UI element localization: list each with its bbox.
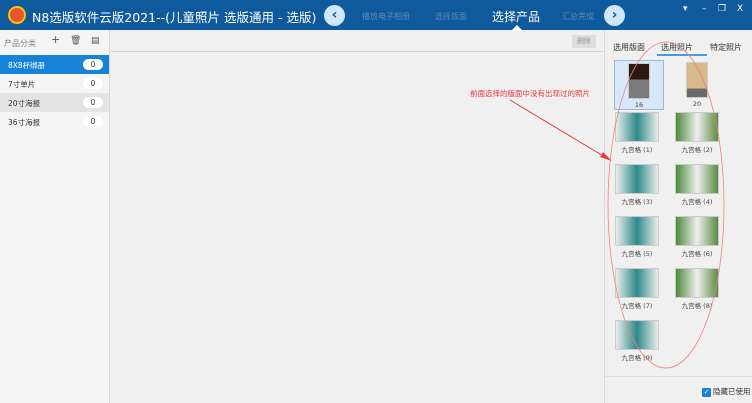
- step-summary[interactable]: 汇总完成: [562, 11, 594, 22]
- category-sidebar: 产品分类 + 🗑 ▤ 8X8杯绑册 0 7寸单片 0 20寸海报 0 36寸海报 0: [0, 30, 110, 403]
- minimize-button[interactable]: –: [702, 4, 707, 14]
- photo-label: 九宫格 (9): [621, 354, 653, 362]
- photo-label: 九宫格 (8): [681, 302, 713, 310]
- photo-thumbnail[interactable]: 九宫格 (1): [612, 112, 662, 154]
- category-header: 产品分类: [4, 39, 36, 48]
- photo-label: 九宫格 (7): [621, 302, 653, 310]
- step-album[interactable]: 播放电子相册: [362, 11, 410, 22]
- close-button[interactable]: X: [737, 4, 743, 14]
- checkbox-icon: ✓: [702, 387, 711, 397]
- category-count: 0: [83, 116, 103, 127]
- photo-image: [615, 320, 659, 350]
- annotation-text: 前面选择的版面中没有出现过的照片: [470, 89, 590, 98]
- hide-used-checkbox[interactable]: ✓ 隐藏已使用: [702, 386, 751, 397]
- product-workspace: 删除: [111, 30, 604, 403]
- trash-icon[interactable]: 🗑: [70, 36, 81, 46]
- step-layout[interactable]: 选择版面: [435, 11, 467, 22]
- photo-thumbnail[interactable]: 20: [672, 60, 722, 108]
- photo-thumbnail[interactable]: 九宫格 (6): [672, 216, 722, 258]
- photo-thumbnail[interactable]: 九宫格 (9): [612, 320, 662, 362]
- photo-label: 九宫格 (2): [681, 146, 713, 154]
- photo-label: 20: [692, 100, 702, 108]
- title-bar: N8选版软件云版2021--(儿童照片 选版通用 - 选版) ‹ 播放电子相册 …: [0, 0, 752, 30]
- photo-label: 16: [634, 101, 644, 109]
- photo-image: [628, 63, 650, 99]
- category-label: 7寸单片: [8, 80, 36, 89]
- restore-button[interactable]: ❐: [718, 4, 726, 14]
- category-count: 0: [83, 78, 103, 89]
- tab-specific-photos[interactable]: 特定照片: [710, 42, 742, 53]
- category-label: 36寸海报: [8, 118, 41, 127]
- window-title: N8选版软件云版2021--(儿童照片 选版通用 - 选版): [32, 10, 317, 25]
- step-product[interactable]: 选择产品: [492, 8, 540, 25]
- photo-image: [615, 268, 659, 298]
- photo-label: 九宫格 (3): [621, 198, 653, 206]
- photo-panel: 选用版面 选用照片 特定照片 16 20 九宫格 (1) 九宫格 (2) 九宫格 (3)…: [604, 30, 752, 403]
- photo-thumbnail[interactable]: 九宫格 (8): [672, 268, 722, 310]
- photo-image: [675, 112, 719, 142]
- hide-used-label: 隐藏已使用: [713, 387, 751, 396]
- photo-label: 九宫格 (4): [681, 198, 713, 206]
- tab-selected-layouts[interactable]: 选用版面: [613, 42, 645, 53]
- photo-thumbnail[interactable]: 九宫格 (5): [612, 216, 662, 258]
- photo-image: [615, 216, 659, 246]
- divider: [605, 376, 752, 377]
- photo-image: [675, 268, 719, 298]
- photo-image: [675, 216, 719, 246]
- next-step-button[interactable]: ›: [604, 5, 625, 26]
- category-item[interactable]: 36寸海报 0: [0, 112, 109, 131]
- active-tab-indicator: [657, 54, 707, 56]
- add-icon[interactable]: +: [51, 33, 60, 46]
- category-label: 20寸海报: [8, 99, 41, 108]
- photo-thumbnail[interactable]: 九宫格 (2): [672, 112, 722, 154]
- photo-thumbnail[interactable]: 九宫格 (7): [612, 268, 662, 310]
- photo-image: [675, 164, 719, 194]
- category-count: 0: [83, 97, 103, 108]
- photo-image: [615, 164, 659, 194]
- menu-button[interactable]: ▾: [683, 4, 688, 14]
- photo-image: [615, 112, 659, 142]
- edit-icon[interactable]: ▤: [91, 36, 100, 46]
- tab-selected-photos[interactable]: 选用照片: [661, 42, 693, 53]
- app-logo-icon: [8, 6, 26, 24]
- category-item[interactable]: 20寸海报 0: [0, 93, 109, 112]
- photo-thumbnail[interactable]: 九宫格 (3): [612, 164, 662, 206]
- photo-image: [686, 62, 708, 98]
- photo-thumbnail[interactable]: 九宫格 (4): [672, 164, 722, 206]
- delete-button[interactable]: 删除: [572, 35, 596, 48]
- photo-label: 九宫格 (6): [681, 250, 713, 258]
- category-item[interactable]: 8X8杯绑册 0: [0, 55, 109, 74]
- category-count: 0: [83, 59, 103, 70]
- category-label: 8X8杯绑册: [8, 61, 46, 70]
- photo-thumbnail[interactable]: 16: [614, 60, 664, 110]
- photo-label: 九宫格 (1): [621, 146, 653, 154]
- category-item[interactable]: 7寸单片 0: [0, 74, 109, 93]
- photo-label: 九宫格 (5): [621, 250, 653, 258]
- prev-step-button[interactable]: ‹: [324, 5, 345, 26]
